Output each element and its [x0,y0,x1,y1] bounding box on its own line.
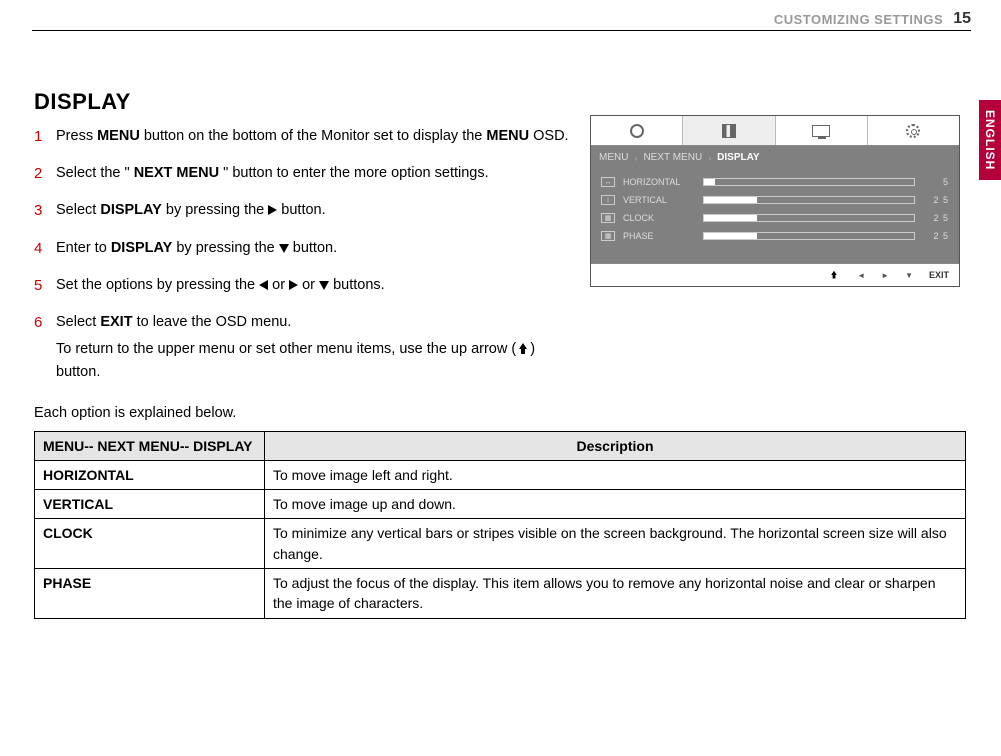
osd-bc-nextmenu: NEXT MENU [643,152,702,163]
step-6-sub: To return to the upper menu or set other… [56,338,574,384]
table-row: CLOCK To minimize any vertical bars or s… [35,519,966,569]
step-5-text: Set the options by pressing the or or bu… [56,277,385,293]
osd-tab-color[interactable] [683,116,775,145]
exit-button[interactable]: EXIT [929,270,949,280]
vertical-icon: ↕ [601,195,615,205]
down-arrow-icon[interactable]: ▼ [905,271,913,280]
page-header: CUSTOMIZING SETTINGS 15 [0,0,1001,34]
step-1: 1Press MENU button on the bottom of the … [34,125,574,148]
osd-row-horizontal[interactable]: ↔ HORIZONTAL 5 [601,177,949,187]
each-explained-line: Each option is explained below. [34,405,971,421]
chevron-right-icon: › [708,153,711,163]
osd-tab-settings[interactable] [868,116,959,145]
step-4-text: Enter to DISPLAY by pressing the button. [56,240,337,256]
gear-icon [906,124,920,138]
left-arrow-icon[interactable]: ◄ [857,271,865,280]
step-2: 2Select the " NEXT MENU " button to ente… [34,162,574,185]
up-arrow-icon[interactable] [827,269,841,281]
header-title: CUSTOMIZING SETTINGS [774,12,943,27]
osd-slider[interactable] [703,232,915,240]
osd-panel: MENU › NEXT MENU › DISPLAY ↔ HORIZONTAL … [590,115,960,287]
description-table: MENU-- NEXT MENU-- DISPLAY Description H… [34,431,966,619]
display-icon [812,125,830,137]
step-6-text: Select EXIT to leave the OSD menu. [56,314,291,330]
step-4: 4Enter to DISPLAY by pressing the button… [34,237,574,260]
step-6: 6Select EXIT to leave the OSD menu. To r… [34,311,574,385]
osd-tab-brightness[interactable] [591,116,683,145]
table-header-left: MENU-- NEXT MENU-- DISPLAY [35,431,265,460]
osd-slider[interactable] [703,196,915,204]
page-number: 15 [953,10,971,28]
table-header-right: Description [265,431,966,460]
right-arrow-icon[interactable]: ► [881,271,889,280]
step-1-text: Press MENU button on the bottom of the M… [56,128,569,144]
osd-row-clock[interactable]: ▦ CLOCK 2 5 [601,213,949,223]
step-5: 5Set the options by pressing the or or b… [34,274,574,297]
osd-breadcrumb: MENU › NEXT MENU › DISPLAY [591,146,959,169]
osd-body: ↔ HORIZONTAL 5 ↕ VERTICAL 2 5 ▦ CLOCK 2 … [591,169,959,263]
step-3-text: Select DISPLAY by pressing the button. [56,202,326,218]
header-divider [32,30,971,31]
step-3: 3Select DISPLAY by pressing the button. [34,199,574,222]
columns-icon [722,124,736,138]
table-row: PHASE To adjust the focus of the display… [35,568,966,618]
osd-slider[interactable] [703,214,915,222]
step-2-text: Select the " NEXT MENU " button to enter… [56,165,489,181]
table-row: VERTICAL To move image up and down. [35,490,966,519]
osd-row-vertical[interactable]: ↕ VERTICAL 2 5 [601,195,949,205]
osd-slider[interactable] [703,178,915,186]
phase-icon: ▦ [601,231,615,241]
chevron-right-icon: › [634,153,637,163]
steps-list: 1Press MENU button on the bottom of the … [34,125,574,385]
clock-icon: ▦ [601,213,615,223]
osd-row-phase[interactable]: ▦ PHASE 2 5 [601,231,949,241]
sun-icon [630,124,644,138]
osd-footer: ◄ ► ▼ EXIT [591,263,959,286]
osd-tabs [591,116,959,146]
osd-bc-menu: MENU [599,152,628,163]
osd-tab-display[interactable] [776,116,868,145]
table-row: HORIZONTAL To move image left and right. [35,460,966,489]
osd-bc-display: DISPLAY [717,152,759,163]
horizontal-icon: ↔ [601,177,615,187]
section-title: DISPLAY [34,89,971,115]
